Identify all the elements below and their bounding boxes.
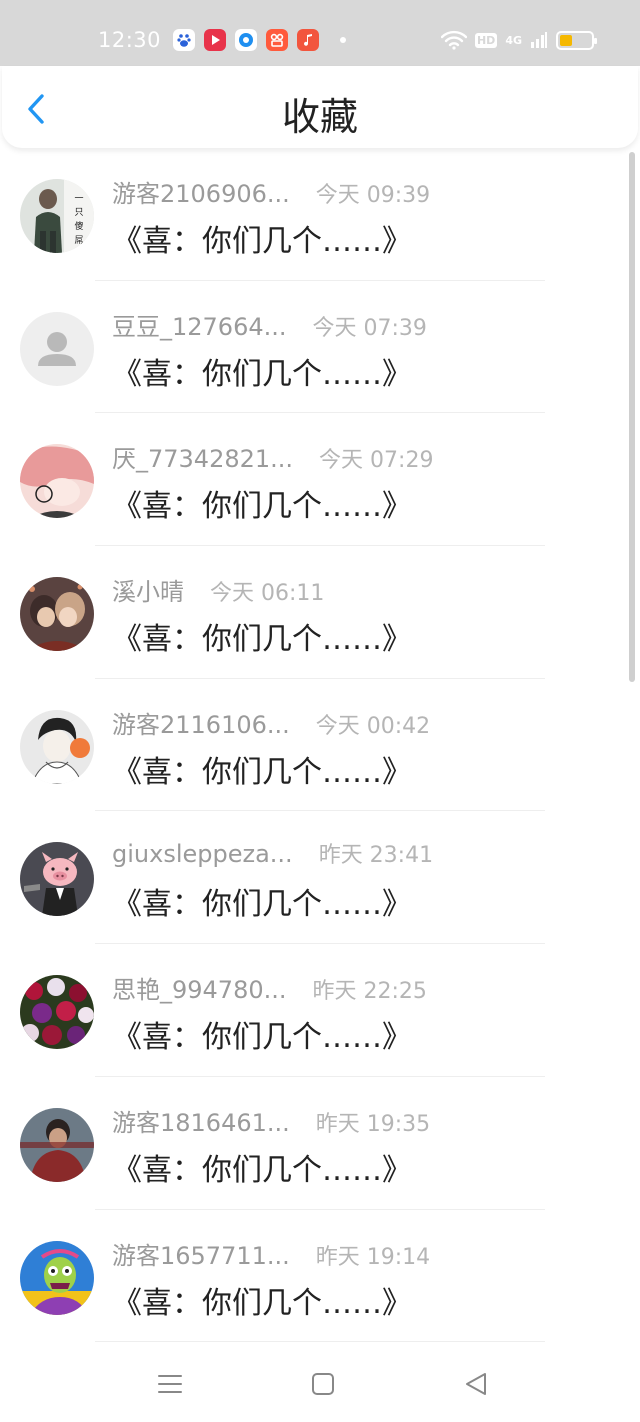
timestamp: 今天 09:39 <box>315 183 431 208</box>
status-time: 12:30 <box>98 28 162 52</box>
message-text[interactable]: 《喜：你们几个……》 <box>112 349 412 393</box>
default-user-avatar[interactable] <box>20 311 94 386</box>
item-meta: giuxsleppeza... 昨天 23:41 <box>112 837 433 869</box>
item-meta: 溪小晴 今天 06:11 <box>112 572 324 607</box>
timestamp: 昨天 19:35 <box>315 1111 431 1137</box>
message-text[interactable]: 《喜：你们几个……》 <box>112 216 412 260</box>
item-meta: 思艳_994780... 昨天 22:25 <box>112 970 427 1005</box>
anime-couple-avatar[interactable] <box>20 577 94 652</box>
username[interactable]: giuxsleppeza... <box>112 840 293 868</box>
timestamp: 今天 07:39 <box>312 315 427 341</box>
hd-badge: HD <box>474 32 498 48</box>
status-app-icons <box>173 29 346 51</box>
more-notifications-dot <box>340 37 346 43</box>
back-triangle-icon <box>466 1373 486 1395</box>
battery-icon <box>556 30 597 50</box>
scrollbar[interactable] <box>629 152 635 682</box>
message-text[interactable]: 《喜：你们几个……》 <box>112 1278 412 1322</box>
list-item[interactable]: 游客2116106... 今天 00:42 《喜：你们几个……》 <box>0 679 640 812</box>
message-text[interactable]: 《喜：你们几个……》 <box>112 879 412 923</box>
username[interactable]: 厌_77342821... <box>112 439 293 474</box>
item-meta: 豆豆_127664... 今天 07:39 <box>112 307 427 342</box>
flowers-avatar[interactable] <box>20 975 94 1050</box>
sketch-boy-avatar[interactable] <box>20 709 94 784</box>
home-button[interactable] <box>308 1370 338 1398</box>
message-text[interactable]: 《喜：你们几个……》 <box>112 614 412 658</box>
timestamp: 今天 06:11 <box>210 581 325 607</box>
browser-icon <box>235 29 257 51</box>
music-icon <box>297 29 319 51</box>
username[interactable]: 游客2116106... <box>112 705 290 740</box>
item-meta: 游客2106906... 今天 09:39 <box>112 174 430 209</box>
list-item[interactable]: 一 只 傻 屌 游客2106906... 今天 09:39 《喜：你们几个……》 <box>0 148 640 281</box>
username[interactable]: 游客2106906... <box>112 174 290 209</box>
svg-text:屌: 屌 <box>74 235 83 246</box>
status-bar: 12:30 HD 4G <box>0 0 640 66</box>
message-text[interactable]: 《喜：你们几个……》 <box>112 1145 412 1189</box>
video-play-icon <box>204 29 226 51</box>
item-meta: 游客1657711... 昨天 19:14 <box>112 1236 430 1271</box>
baidu-icon <box>173 29 195 51</box>
network-type: 4G <box>505 33 522 47</box>
favorites-list: 一 只 傻 屌 游客2106906... 今天 09:39 《喜：你们几个……》… <box>0 148 640 1343</box>
username[interactable]: 游客1657711... <box>112 1236 290 1271</box>
list-item[interactable]: 豆豆_127664... 今天 07:39 《喜：你们几个……》 <box>0 281 640 414</box>
pig-avatar[interactable] <box>20 842 94 917</box>
timestamp: 今天 07:29 <box>319 448 434 474</box>
username[interactable]: 思艳_994780... <box>112 970 287 1005</box>
kuaishou-icon <box>266 29 288 51</box>
item-meta: 游客1816461... 昨天 19:35 <box>112 1103 430 1138</box>
item-meta: 厌_77342821... 今天 07:29 <box>112 439 433 474</box>
list-item[interactable]: 溪小晴 今天 06:11 《喜：你们几个……》 <box>0 546 640 679</box>
list-item[interactable]: giuxsleppeza... 昨天 23:41 《喜：你们几个……》 <box>0 811 640 945</box>
timestamp: 昨天 22:25 <box>312 979 427 1005</box>
timestamp: 今天 00:42 <box>315 713 431 739</box>
svg-text:一: 一 <box>74 194 83 204</box>
list-item[interactable]: 思艳_994780... 昨天 22:25 《喜：你们几个……》 <box>0 944 640 1077</box>
username[interactable]: 豆豆_127664... <box>112 307 287 342</box>
system-nav-bar <box>0 1346 640 1422</box>
page-title: 收藏 <box>281 95 358 139</box>
list-item[interactable]: 游客1657711... 昨天 19:14 《喜：你们几个……》 <box>0 1210 640 1343</box>
header: 收藏 <box>2 66 638 148</box>
svg-text:只: 只 <box>74 208 83 218</box>
timestamp: 昨天 23:41 <box>318 843 434 869</box>
username[interactable]: 游客1816461... <box>112 1103 290 1138</box>
photo-boy-avatar[interactable] <box>20 1107 94 1182</box>
message-text[interactable]: 《喜：你们几个……》 <box>112 481 412 525</box>
item-meta: 游客2116106... 今天 00:42 <box>112 705 430 740</box>
list-item[interactable]: 游客1816461... 昨天 19:35 《喜：你们几个……》 <box>0 1077 640 1210</box>
home-square-icon <box>312 1373 334 1395</box>
system-back-button[interactable] <box>461 1370 491 1398</box>
menu-button[interactable] <box>155 1370 185 1398</box>
signal-icon <box>531 32 547 48</box>
timestamp: 昨天 19:14 <box>315 1244 431 1270</box>
status-indicators: HD 4G <box>440 30 597 50</box>
svg-text:傻: 傻 <box>74 221 83 232</box>
message-text[interactable]: 《喜：你们几个……》 <box>112 1012 412 1056</box>
cartoon-zombie-avatar[interactable] <box>20 1240 94 1315</box>
menu-icon <box>158 1375 182 1393</box>
photo-man-avatar[interactable]: 一 只 傻 屌 <box>20 179 94 253</box>
list-item[interactable]: 厌_77342821... 今天 07:29 《喜：你们几个……》 <box>0 413 640 547</box>
anime-pink-hair-avatar[interactable] <box>20 444 94 519</box>
wifi-icon <box>440 30 467 50</box>
message-text[interactable]: 《喜：你们几个……》 <box>112 747 412 791</box>
username[interactable]: 溪小晴 <box>112 572 184 607</box>
divider <box>95 1341 545 1343</box>
